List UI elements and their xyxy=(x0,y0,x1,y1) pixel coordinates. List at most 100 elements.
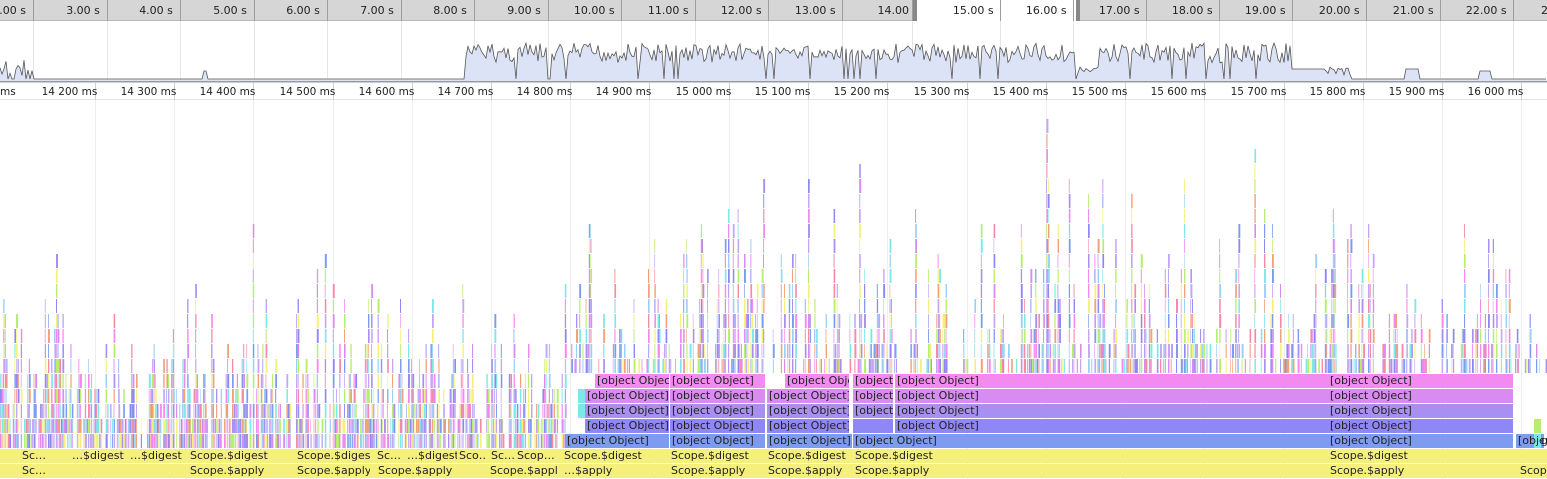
scope-apply-label[interactable]: Scope.$apply xyxy=(1518,464,1547,478)
anonymous-function-b-label[interactable]: [object Object] xyxy=(670,389,765,403)
overview-tick-line xyxy=(401,0,402,21)
overview-tick-label: 10.00 s xyxy=(573,4,615,17)
overview-tick-label: 22.00 s xyxy=(1465,4,1507,17)
detail-tick-label: 14 800 ms xyxy=(516,86,573,98)
scope-apply-label[interactable]: Scope.$apply xyxy=(376,464,486,478)
wrapped-callback-label[interactable]: [object Object] xyxy=(1328,404,1513,418)
overview-tick-line xyxy=(327,0,328,21)
overview-tick-label: 11.00 s xyxy=(647,4,689,17)
scope-apply-label[interactable]: Sc… xyxy=(20,464,80,478)
overview-tick-label: 20.00 s xyxy=(1318,4,1360,17)
edge-frame-label[interactable]: g xyxy=(1541,434,1547,448)
scope-digest-label[interactable]: Sc… xyxy=(20,449,65,463)
overview-tick-label: 4.00 s xyxy=(139,4,173,17)
detail-tick-label: 15 900 ms xyxy=(1388,86,1445,98)
overview-tick-label: 12.00 s xyxy=(720,4,762,17)
scope-digest-label[interactable]: …$digest xyxy=(405,449,457,463)
overview-time-ruler: 2.00 s 3.00 s 4.00 s 5.00 s 6.00 s 7.00 s 8.00… xyxy=(0,0,1547,21)
anonymous-function-a-label[interactable]: [object Object] xyxy=(1328,419,1513,433)
scope-apply-label[interactable]: Scope.$apply xyxy=(766,464,851,478)
overview-tick-label: 3.00 s xyxy=(66,4,100,17)
anonymous-function-b-label[interactable]: [object Object] xyxy=(1328,389,1513,403)
scope-digest-label[interactable]: Scope.$digest xyxy=(295,449,370,463)
overview-tick-line xyxy=(1440,0,1441,21)
detail-leading-label: ms xyxy=(0,86,16,98)
detail-tick-label: 15 600 ms xyxy=(1150,86,1207,98)
anonymous-function-b-label[interactable]: [object Object] xyxy=(585,389,669,403)
scope-eval-label[interactable]: [object Object] xyxy=(853,434,1328,448)
overview-tick-label: 7.00 s xyxy=(360,4,394,17)
overview-edge-label: 2 xyxy=(1541,4,1547,17)
wrapped-callback-label[interactable]: [object Object] xyxy=(585,404,669,418)
detail-tick-label: 16 000 ms xyxy=(1467,86,1524,98)
wrapped-callback-label[interactable]: [object Object] xyxy=(767,404,849,418)
scope-apply-label[interactable]: Scope.$apply xyxy=(488,464,558,478)
scope-digest-label[interactable]: Scope.$digest xyxy=(562,449,667,463)
overview-tick-line xyxy=(254,0,255,21)
overview-activity-graph[interactable] xyxy=(0,21,1547,82)
anonymous-function-c-label[interactable]: [object Object] xyxy=(670,374,765,388)
anonymous-function-a-label[interactable]: [object Object] xyxy=(895,419,1328,433)
scope-digest-label[interactable]: Scope.$digest xyxy=(669,449,764,463)
overview-tick-line xyxy=(548,0,549,21)
selection-right-handle[interactable] xyxy=(1076,0,1080,21)
wrapped-callback-label[interactable]: [object Object] xyxy=(853,404,893,418)
overview-tick-line xyxy=(768,0,769,21)
overview-tick-label: 14.00 xyxy=(877,4,910,17)
scope-digest-label[interactable]: …$digest xyxy=(70,449,125,463)
anonymous-function-b-label[interactable]: [object Object] xyxy=(853,389,893,403)
scope-digest-label[interactable]: Sco… xyxy=(457,449,487,463)
anonymous-function-c-label[interactable]: [object Object] xyxy=(853,374,893,388)
flame-chart[interactable]: Sc… Scope.$apply Scope.$apply Scope.$apply S… xyxy=(0,100,1547,479)
scope-digest-label[interactable]: Scope.$digest xyxy=(853,449,1328,463)
scope-digest-label[interactable]: Sc… xyxy=(375,449,403,463)
scope-apply-label[interactable]: Scope.$apply xyxy=(1328,464,1516,478)
scope-apply-label[interactable]: …$apply xyxy=(562,464,667,478)
overview-tick-label: 6.00 s xyxy=(286,4,320,17)
overview-tick-label: 9.00 s xyxy=(507,4,541,17)
scope-digest-label[interactable]: Scop… xyxy=(515,449,560,463)
anonymous-function-c-label[interactable]: [object Object] xyxy=(1328,374,1513,388)
flame-chart-blocks[interactable]: Sc… Scope.$apply Scope.$apply Scope.$apply S… xyxy=(0,100,1547,479)
scope-digest-label[interactable]: Sc… xyxy=(489,449,514,463)
scope-apply-label[interactable]: Scope.$apply xyxy=(853,464,1328,478)
detail-tick-label: 15 800 ms xyxy=(1309,86,1366,98)
overview-tick-label: 16.00 s xyxy=(1025,4,1067,17)
overview-tick-label: 5.00 s xyxy=(213,4,247,17)
overview-tick-line xyxy=(1292,0,1293,21)
anonymous-function-a-label[interactable]: [object Object] xyxy=(585,419,669,433)
overview-tick-line xyxy=(1146,0,1147,21)
overview-tick-label: 15.00 s xyxy=(952,4,994,17)
wrapped-callback-label[interactable]: [object Object] xyxy=(670,404,765,418)
anonymous-function-b-label[interactable]: [object Object] xyxy=(895,389,1328,403)
anonymous-function-b-label[interactable]: [object Object] xyxy=(767,389,849,403)
detail-tick-label: 14 500 ms xyxy=(279,86,336,98)
detail-tick-label: 15 400 ms xyxy=(992,86,1049,98)
scope-digest-label[interactable]: Scope.$digest xyxy=(1328,449,1516,463)
scope-digest-label[interactable]: …$digest xyxy=(128,449,183,463)
scope-eval-label[interactable]: [object Object] xyxy=(1516,434,1544,448)
scope-apply-label[interactable]: Scope.$apply xyxy=(295,464,370,478)
scope-digest-label[interactable]: Scope.$digest xyxy=(188,449,288,463)
anonymous-function-c-label[interactable]: [object Object] xyxy=(595,374,669,388)
overview-tick-line xyxy=(1073,0,1074,21)
detail-tick-label: 15 000 ms xyxy=(675,86,732,98)
scope-apply-label[interactable]: Scope.$apply xyxy=(188,464,288,478)
overview-tick-line xyxy=(912,0,913,21)
selection-left-handle[interactable] xyxy=(913,0,917,21)
detail-tick-label: 15 300 ms xyxy=(913,86,970,98)
anonymous-function-a-label[interactable]: [object Object] xyxy=(767,419,849,433)
scope-apply-label[interactable]: Scope.$apply xyxy=(669,464,764,478)
anonymous-function-a-label[interactable]: [object Object] xyxy=(670,419,765,433)
detail-time-ruler: ms 14 200 ms 14 300 ms 14 400 ms 14 500 ms 1… xyxy=(0,82,1547,100)
wrapped-callback-label[interactable]: [object Object] xyxy=(895,404,1328,418)
anonymous-function-c-label[interactable]: [object Object] xyxy=(895,374,1328,388)
detail-tick-label: 14 300 ms xyxy=(120,86,177,98)
scope-eval-label[interactable]: [object Object] xyxy=(767,434,852,448)
detail-tick-label: 14 200 ms xyxy=(41,86,98,98)
scope-eval-label[interactable]: [object Object] xyxy=(565,434,669,448)
scope-eval-label[interactable]: [object Object] xyxy=(1328,434,1513,448)
scope-eval-label[interactable]: [object Object] xyxy=(670,434,765,448)
anonymous-function-c-label[interactable]: [object Object] xyxy=(785,374,849,388)
scope-digest-label[interactable]: Scope.$digest xyxy=(766,449,851,463)
